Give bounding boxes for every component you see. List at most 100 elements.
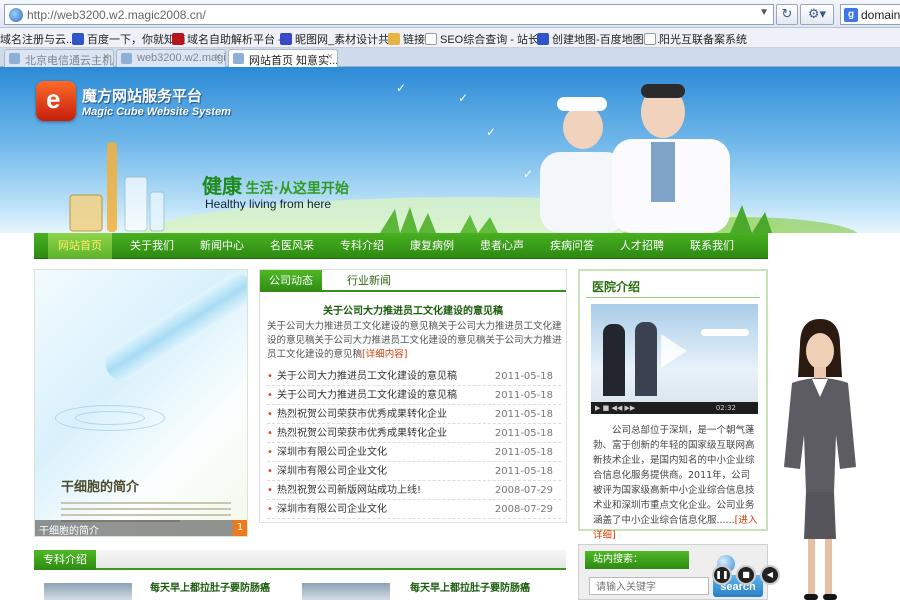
news-date: 2008-07-29 <box>494 485 553 496</box>
bookmark-item[interactable]: 域名自助解析平台 -... <box>172 31 291 47</box>
nav-cases[interactable]: 康复病例 <box>400 233 464 259</box>
tab-favicon <box>9 53 20 64</box>
news-date: 2011-05-18 <box>494 428 553 439</box>
list-item[interactable]: 深圳市有限公司企业文化2011-05-18 <box>267 462 561 481</box>
close-tab-icon[interactable]: × <box>215 51 221 63</box>
logo-icon <box>36 81 76 121</box>
domain-icon <box>172 33 184 45</box>
baidu-map-icon <box>537 33 549 45</box>
logo-title: 魔方网站服务平台 <box>82 87 203 105</box>
nipic-icon <box>280 33 292 45</box>
browser-tab[interactable]: web3200.w2.magi... × <box>116 49 226 67</box>
page-icon <box>644 33 656 45</box>
news-list: 关于公司大力推进员工文化建设的意见稿2011-05-18 关于公司大力推进员工文… <box>267 367 561 519</box>
list-item[interactable]: 深圳市有限公司企业文化2011-05-18 <box>267 443 561 462</box>
page-icon <box>425 33 437 45</box>
browser-tab[interactable]: 北京电信通云主机-... × <box>4 49 114 67</box>
specialty-thumb[interactable] <box>302 583 390 600</box>
nav-voices[interactable]: 患者心声 <box>470 233 534 259</box>
site-search-title: 站内搜索： <box>585 551 689 569</box>
main-nav: 网站首页 关于我们 新闻中心 名医风采 专科介绍 康复病例 患者心声 疾病问答 … <box>34 233 768 259</box>
bookmark-item[interactable]: 百度一下，你就知道 <box>72 31 186 47</box>
bird-icon: ✓ <box>396 81 407 95</box>
google-icon: g <box>844 8 858 22</box>
tab-favicon <box>121 53 132 64</box>
url-text: http://web3200.w2.magic2008.cn/ <box>27 8 206 22</box>
test-tube-image <box>98 270 247 387</box>
browser-search-text: domain: <box>861 8 900 22</box>
nav-about[interactable]: 关于我们 <box>120 233 184 259</box>
mute-icon[interactable]: ◀ <box>760 565 780 585</box>
folder-icon <box>388 33 400 45</box>
url-dropdown-icon[interactable]: ▼ <box>759 7 769 18</box>
refresh-icon[interactable]: ↻ <box>776 4 798 25</box>
intro-text: 公司总部位于深圳，是一个朝气蓬勃、富于创新的年轻的国家级互联网高新技术企业，是国… <box>593 425 758 541</box>
slogan-text: 生活·从这里开始 <box>245 181 349 197</box>
bookmark-item[interactable]: 阳光互联备案系统 <box>644 31 747 47</box>
nav-jobs[interactable]: 人才招聘 <box>610 233 674 259</box>
bird-icon: ✓ <box>523 167 534 181</box>
url-bar[interactable]: http://web3200.w2.magic2008.cn/ ▼ <box>4 4 774 25</box>
news-date: 2011-05-18 <box>494 409 553 420</box>
video-time: 02:32 <box>715 404 736 412</box>
nav-contact[interactable]: 联系我们 <box>680 233 744 259</box>
nav-specialty[interactable]: 专科介绍 <box>330 233 394 259</box>
list-item[interactable]: 关于公司大力推进员工文化建设的意见稿2011-05-18 <box>267 386 561 405</box>
video-person <box>635 322 657 396</box>
slogan-english: Healthy living from here <box>205 197 332 211</box>
feature-title: 干细胞的简介 <box>61 480 140 495</box>
logo-subtitle: Magic Cube Website System <box>82 106 231 118</box>
specialty-item[interactable]: 每天早上都拉肚子要防肠癌 <box>410 579 530 594</box>
bookmark-item[interactable]: SEO综合查询 - 站长... <box>425 31 548 47</box>
bookmark-item[interactable]: 昵图网_素材设计共... <box>280 31 398 47</box>
bookmark-item[interactable]: 创建地图-百度地图A... <box>537 31 660 47</box>
close-tab-icon[interactable]: × <box>327 51 333 63</box>
specialty-thumb[interactable] <box>44 583 132 600</box>
nav-doctors[interactable]: 名医风采 <box>260 233 324 259</box>
list-item[interactable]: 热烈祝贺公司荣获市优秀成果转化企业2011-05-18 <box>267 424 561 443</box>
presenter-controls: ❚❚ ■ ◀ <box>712 565 782 589</box>
browser-search-box[interactable]: g domain: <box>840 4 900 25</box>
news-panel: 公司动态 行业新闻 关于公司大力推进员工文化建设的意见稿 关于公司大力推进员工文… <box>259 269 567 523</box>
stop-icon[interactable]: ■ <box>736 565 756 585</box>
baidu-icon <box>72 33 84 45</box>
bird-icon: ✓ <box>458 91 469 105</box>
nav-qa[interactable]: 疾病问答 <box>540 233 604 259</box>
bookmark-item[interactable]: 链接 <box>388 31 425 47</box>
browser-tab-active[interactable]: 网站首页 知意实... × <box>228 49 338 67</box>
search-input[interactable] <box>589 577 709 595</box>
pause-icon[interactable]: ❚❚ <box>712 565 732 585</box>
news-date: 2011-05-18 <box>494 390 553 401</box>
play-icon[interactable] <box>661 334 687 368</box>
tools-icon[interactable]: ⚙▾ <box>800 4 834 25</box>
tab-industry-news[interactable]: 行业新闻 <box>334 270 404 292</box>
tab-company-news[interactable]: 公司动态 <box>260 270 322 292</box>
video-player[interactable]: ▶ ■ ◀◀ ▶▶ 02:32 <box>591 304 758 414</box>
specialty-header: 专科介绍 <box>34 550 566 570</box>
news-headline[interactable]: 关于公司大力推进员工文化建设的意见稿 <box>260 302 566 317</box>
slide-caption: 干细胞的简介 <box>35 520 247 536</box>
slogan-keyword: 健康 <box>202 174 242 198</box>
bird-icon: ✓ <box>486 125 497 139</box>
list-item[interactable]: 热烈祝贺公司新版网站成功上线!2008-07-29 <box>267 481 561 500</box>
news-date: 2011-05-18 <box>494 447 553 458</box>
bookmark-item[interactable]: 域名注册与云... <box>0 31 75 47</box>
specialty-item[interactable]: 每天早上都拉肚子要防肠癌 <box>150 579 270 594</box>
list-item[interactable]: 深圳市有限公司企业文化2008-07-29 <box>267 500 561 519</box>
site-icon <box>9 8 23 22</box>
bookmarks-bar: 域名注册与云... 百度一下，你就知道 域名自助解析平台 -... 昵图网_素材… <box>0 28 900 48</box>
divider <box>586 297 760 298</box>
close-tab-icon[interactable]: × <box>103 51 109 63</box>
browser-tab-bar: 北京电信通云主机-... × web3200.w2.magi... × 网站首页… <box>0 48 900 67</box>
nav-news[interactable]: 新闻中心 <box>190 233 254 259</box>
news-more-link[interactable]: [详细内容] <box>362 349 407 360</box>
video-controls[interactable]: ▶ ■ ◀◀ ▶▶ 02:32 <box>591 402 758 414</box>
list-item[interactable]: 关于公司大力推进员工文化建设的意见稿2011-05-18 <box>267 367 561 386</box>
news-date: 2011-05-18 <box>494 371 553 382</box>
specialty-title: 专科介绍 <box>34 550 96 570</box>
news-date: 2008-07-29 <box>494 504 553 515</box>
list-item[interactable]: 热烈祝贺公司荣获市优秀成果转化企业2011-05-18 <box>267 405 561 424</box>
nav-home[interactable]: 网站首页 <box>48 233 112 259</box>
feature-slideshow[interactable]: 干细胞的简介 干细胞的简介 1 <box>34 269 248 537</box>
slide-index[interactable]: 1 <box>233 520 247 536</box>
